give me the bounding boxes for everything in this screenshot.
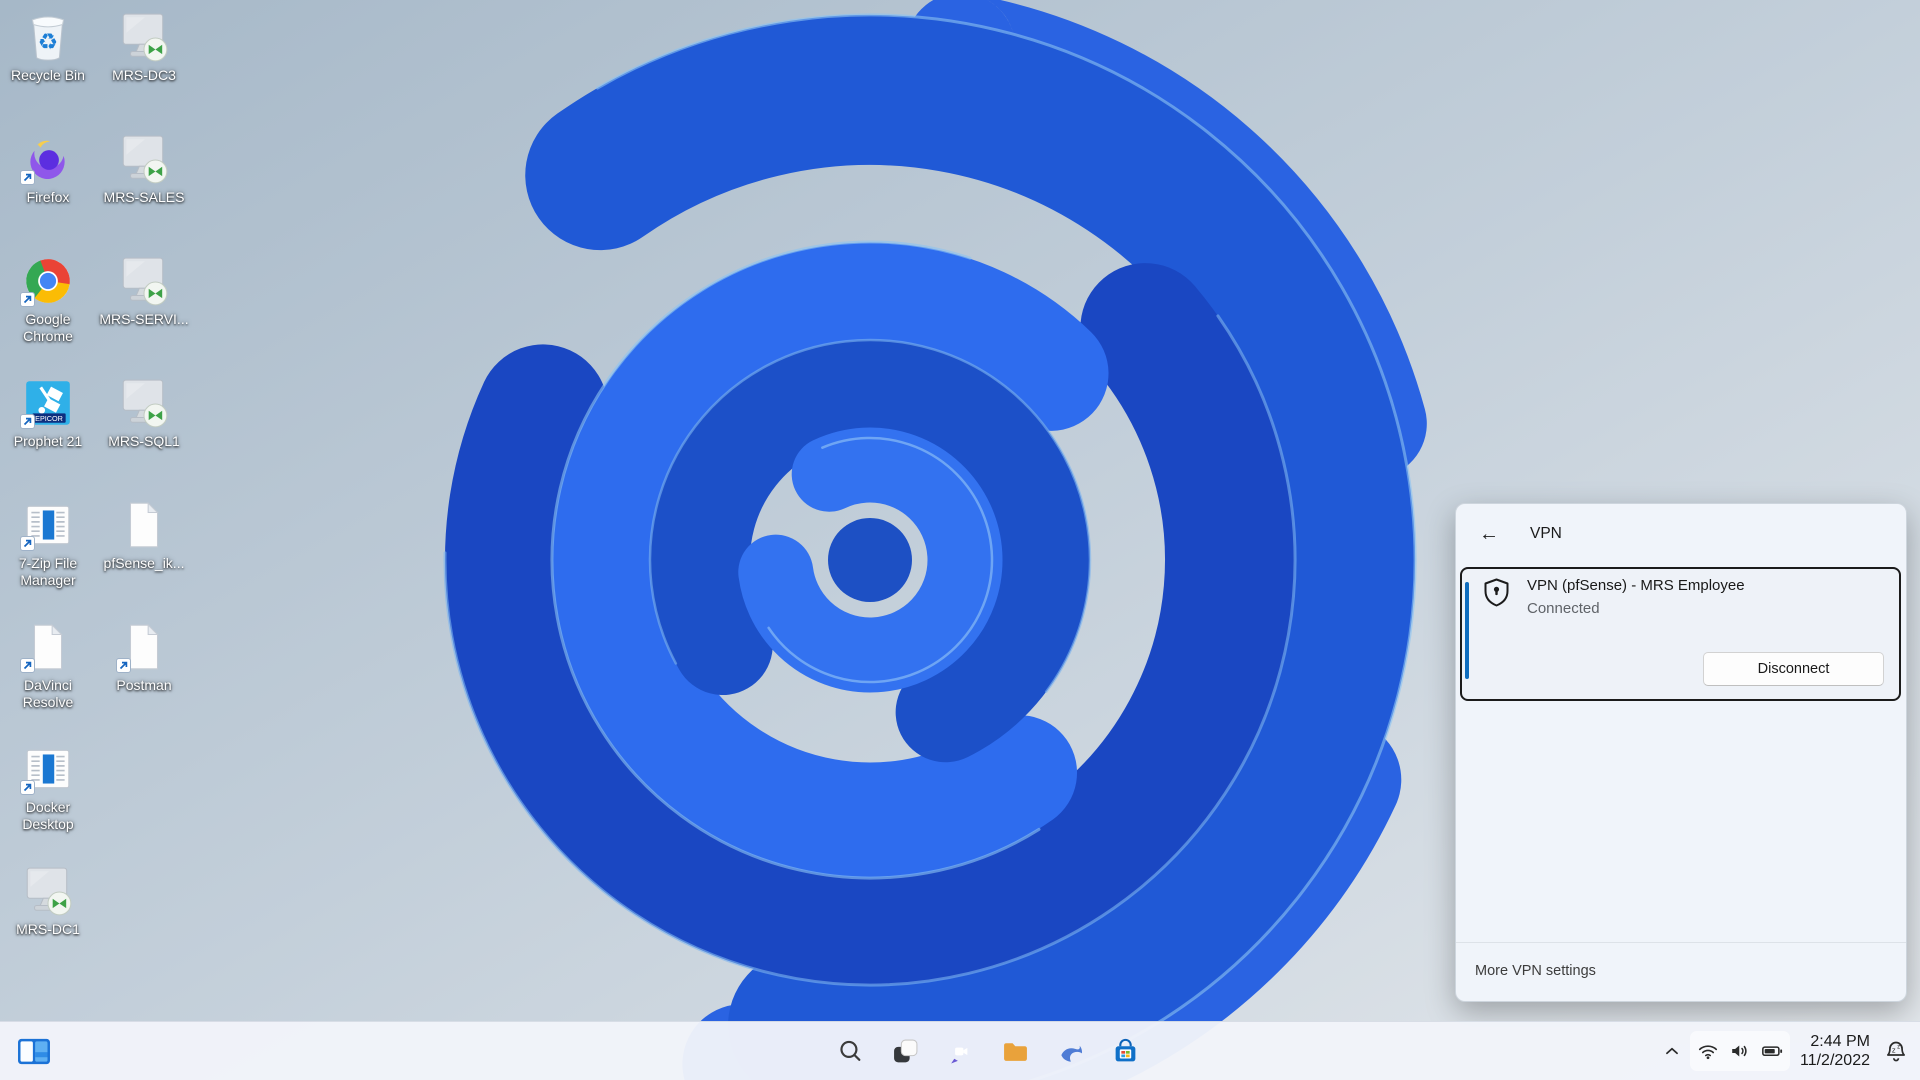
taskbar-center-buttons xyxy=(773,1029,1147,1073)
desktop-icon-label: MRS-DC1 xyxy=(16,921,80,937)
vpn-connection-name: VPN (pfSense) - MRS Employee xyxy=(1527,577,1745,594)
store-icon xyxy=(1112,1038,1139,1065)
vpn-flyout-title: VPN xyxy=(1530,525,1562,542)
rdp-computer-icon xyxy=(117,10,171,64)
tray-time: 2:44 PM xyxy=(1810,1033,1870,1050)
start-icon xyxy=(782,1038,809,1065)
vpn-flyout-header: ← VPN xyxy=(1456,504,1906,566)
chat-button[interactable] xyxy=(938,1029,982,1073)
desktop-icon-docker-desktop[interactable]: Docker Desktop xyxy=(2,742,94,833)
blank-file-icon xyxy=(117,498,171,552)
edge-icon xyxy=(1057,1038,1084,1065)
desktop-icon-label: Docker Desktop xyxy=(22,799,74,832)
desktop-icon-recycle-bin[interactable]: Recycle Bin xyxy=(2,10,94,84)
vpn-connection-card[interactable]: VPN (pfSense) - MRS Employee Connected D… xyxy=(1460,567,1901,701)
desktop-icon-mrs-servi[interactable]: MRS-SERVI... xyxy=(98,254,190,328)
desktop-icon-postman[interactable]: Postman xyxy=(98,620,190,694)
taskbar-clock[interactable]: 2:44 PM 11/2/2022 xyxy=(1792,1032,1878,1070)
desktop-icon-label: Recycle Bin xyxy=(11,67,85,83)
wifi-icon xyxy=(1697,1040,1719,1062)
desktop-icon-label: MRS-SERVI... xyxy=(99,311,189,327)
start-button[interactable] xyxy=(773,1029,817,1073)
vpn-shield-icon xyxy=(1481,577,1512,608)
shortcut-arrow-icon xyxy=(20,536,35,551)
recycle-bin-icon xyxy=(21,10,75,64)
notification-bell-button[interactable] xyxy=(1880,1031,1912,1071)
tray-status-group xyxy=(1690,1031,1790,1071)
vpn-flyout-panel: ← VPN VPN (pfSense) - MRS Employee Conne… xyxy=(1455,503,1907,1002)
desktop-icon-prophet-21[interactable]: Prophet 21 xyxy=(2,376,94,450)
system-tray: 2:44 PM 11/2/2022 xyxy=(1656,1022,1912,1080)
shortcut-arrow-icon xyxy=(20,292,35,307)
chevron-up-icon xyxy=(1661,1040,1683,1062)
desktop-icon-mrs-dc1[interactable]: MRS-DC1 xyxy=(2,864,94,938)
desktop-icon-mrs-sales[interactable]: MRS-SALES xyxy=(98,132,190,206)
widgets-button[interactable] xyxy=(12,1029,56,1073)
desktop-icon-mrs-sql1[interactable]: MRS-SQL1 xyxy=(98,376,190,450)
taskbar: 2:44 PM 11/2/2022 xyxy=(0,1021,1920,1080)
vpn-connection-status: Connected xyxy=(1527,600,1600,617)
desktop-screen: ♻ xyxy=(0,0,1920,1080)
desktop-icon-label: Firefox xyxy=(26,189,70,205)
desktop-icon-label: DaVinci Resolve xyxy=(22,677,74,710)
shortcut-arrow-icon xyxy=(20,170,35,185)
tray-chevron-button[interactable] xyxy=(1656,1031,1688,1071)
battery-icon xyxy=(1761,1040,1783,1062)
back-button[interactable]: ← xyxy=(1472,518,1506,550)
task-view-button[interactable] xyxy=(883,1029,927,1073)
shortcut-arrow-icon xyxy=(20,658,35,673)
desktop-icon-label: Postman xyxy=(116,677,172,693)
rdp-computer-icon xyxy=(117,376,171,430)
rdp-computer-icon xyxy=(21,864,75,918)
more-vpn-settings-link[interactable]: More VPN settings xyxy=(1475,963,1596,979)
disconnect-button[interactable]: Disconnect xyxy=(1703,652,1884,686)
file-explorer-button[interactable] xyxy=(993,1029,1037,1073)
search-button[interactable] xyxy=(828,1029,872,1073)
selected-indicator xyxy=(1465,582,1469,679)
rdp-computer-icon xyxy=(117,132,171,186)
desktop-icon-7zip-file-manager[interactable]: 7-Zip File Manager xyxy=(2,498,94,589)
desktop-icon-mrs-dc3[interactable]: MRS-DC3 xyxy=(98,10,190,84)
desktop-icon-google-chrome[interactable]: Google Chrome xyxy=(2,254,94,345)
desktop-icon-label: MRS-SALES xyxy=(103,189,185,205)
rdp-computer-icon xyxy=(117,254,171,308)
battery-button[interactable] xyxy=(1756,1031,1788,1071)
vpn-flyout-footer: More VPN settings xyxy=(1456,942,1906,1001)
desktop-icon-label: MRS-SQL1 xyxy=(108,433,180,449)
shortcut-arrow-icon xyxy=(116,658,131,673)
desktop-icon-firefox[interactable]: Firefox xyxy=(2,132,94,206)
chat-icon xyxy=(947,1038,974,1065)
edge-button[interactable] xyxy=(1048,1029,1092,1073)
widgets-icon xyxy=(17,1038,51,1065)
desktop-icon-label: MRS-DC3 xyxy=(112,67,176,83)
desktop-icon-grid: Recycle Bin MRS-DC3 Firefox MRS-SALES Go… xyxy=(2,10,202,1010)
desktop-icon-label: pfSense_ik... xyxy=(103,555,185,571)
task-view-icon xyxy=(892,1038,919,1065)
desktop-icon-label: Google Chrome xyxy=(23,311,73,344)
desktop-icon-label: Prophet 21 xyxy=(13,433,83,449)
wifi-button[interactable] xyxy=(1692,1031,1724,1071)
desktop-icon-pfsense-ik[interactable]: pfSense_ik... xyxy=(98,498,190,572)
file-explorer-icon xyxy=(1002,1038,1029,1065)
desktop-icon-label: 7-Zip File Manager xyxy=(18,555,78,588)
search-icon xyxy=(837,1038,864,1065)
volume-icon xyxy=(1729,1040,1751,1062)
desktop-icon-davinci-resolve[interactable]: DaVinci Resolve xyxy=(2,620,94,711)
bell-do-not-disturb-icon xyxy=(1883,1038,1909,1064)
tray-date: 11/2/2022 xyxy=(1800,1052,1870,1069)
store-button[interactable] xyxy=(1103,1029,1147,1073)
volume-button[interactable] xyxy=(1724,1031,1756,1071)
shortcut-arrow-icon xyxy=(20,780,35,795)
shortcut-arrow-icon xyxy=(20,414,35,429)
